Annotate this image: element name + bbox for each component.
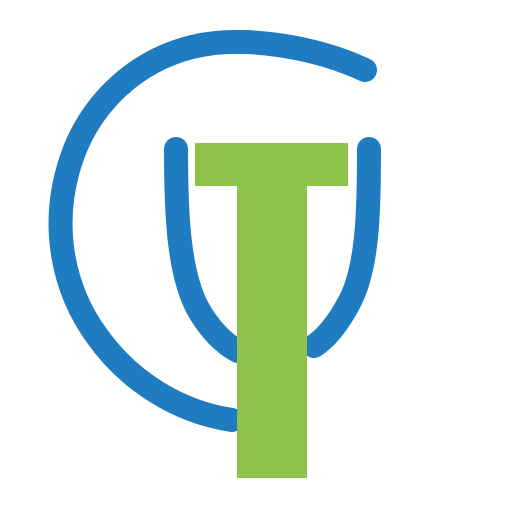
t-stem xyxy=(237,184,307,478)
logo-canvas xyxy=(0,0,512,512)
psi-t-monogram-icon xyxy=(0,0,512,512)
t-top-bar xyxy=(195,143,348,186)
